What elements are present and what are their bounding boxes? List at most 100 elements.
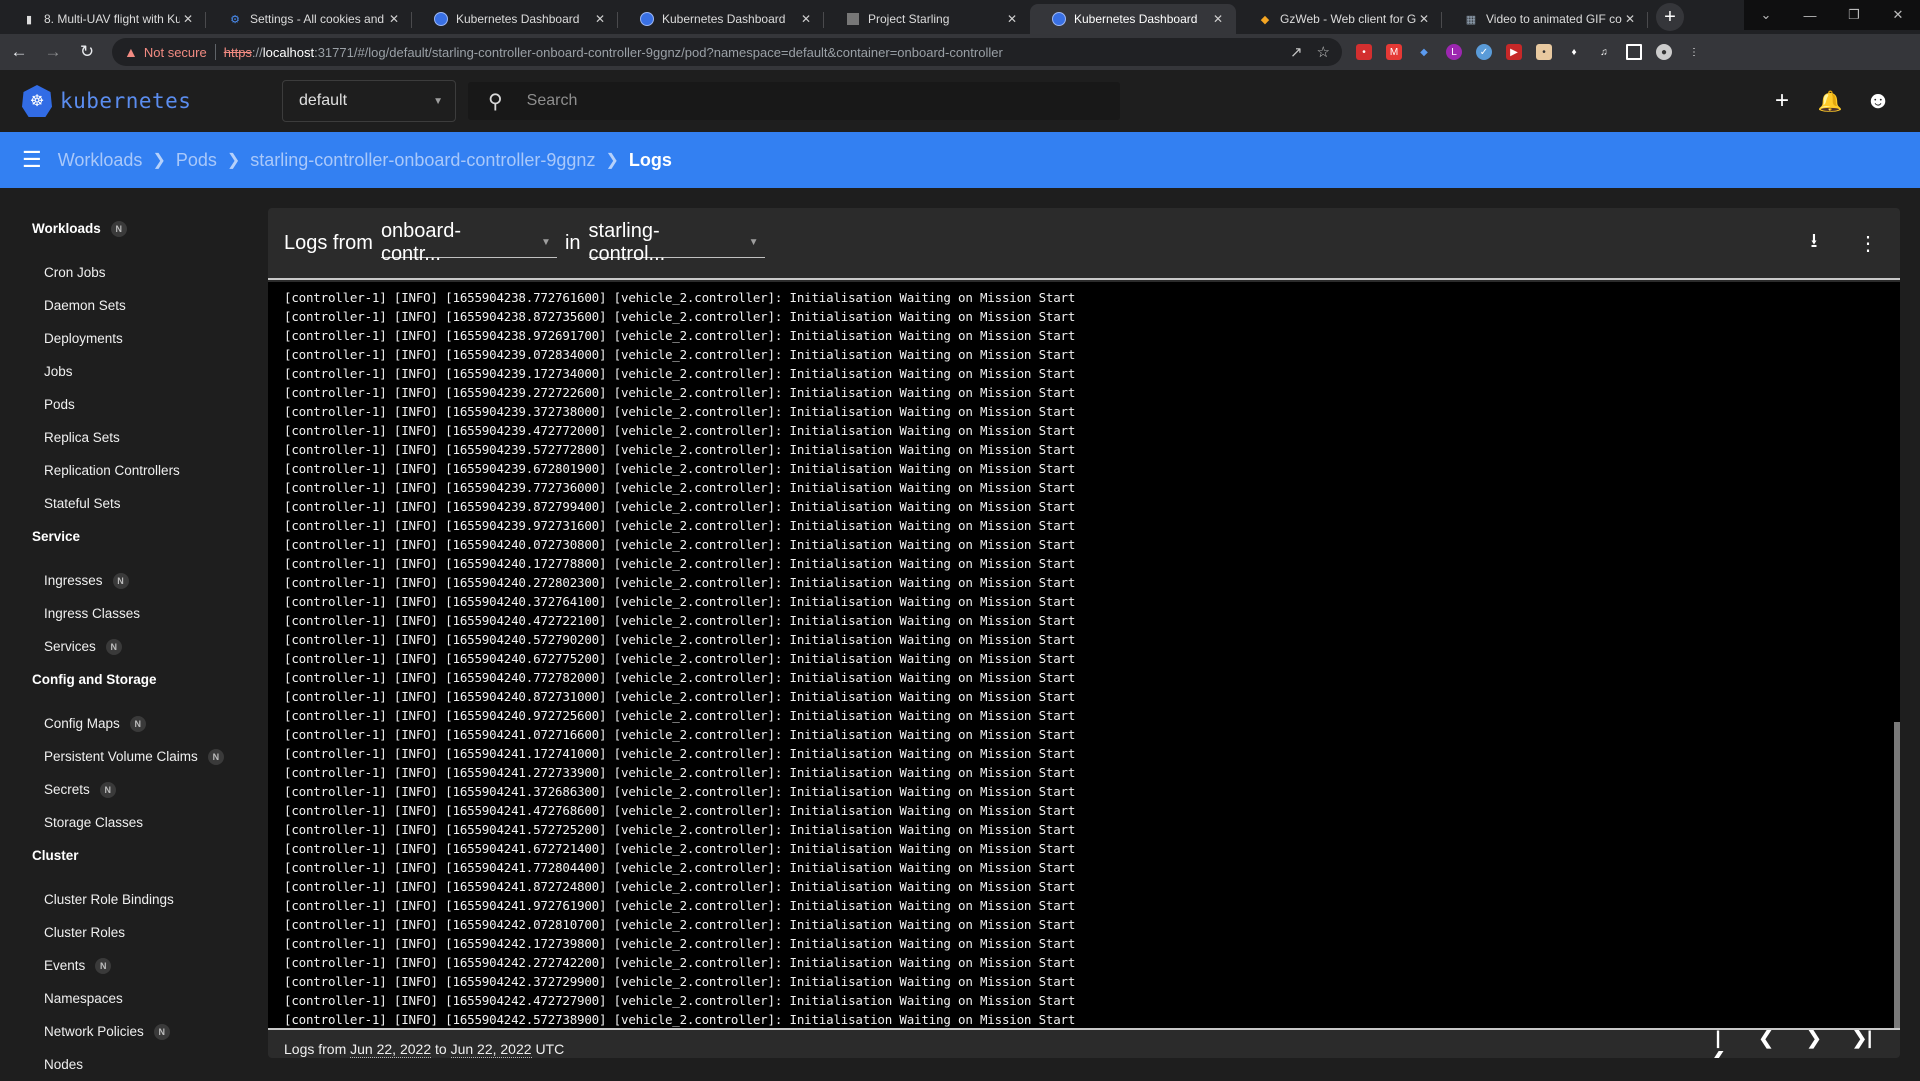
notifications-bell-icon[interactable]: 🔔: [1818, 89, 1843, 113]
menu-hamburger-icon[interactable]: ☰: [22, 147, 42, 173]
new-tab-button[interactable]: +: [1656, 3, 1684, 31]
extension-icon[interactable]: ◆: [1416, 44, 1432, 60]
address-bar[interactable]: ▲ Not secure https://localhost:31771/#/l…: [112, 38, 1342, 66]
more-vert-icon[interactable]: ⋮: [1856, 231, 1880, 256]
url-path: :31771/#/log/default/starling-controller…: [314, 44, 1003, 60]
share-icon[interactable]: ↗: [1290, 43, 1303, 61]
close-tab-icon[interactable]: ✕: [1622, 12, 1638, 26]
minimize-icon[interactable]: —: [1788, 0, 1832, 30]
sidebar-item[interactable]: Persistent Volume Claims N: [0, 740, 266, 773]
log-message: Initialisation Waiting on Mission Start: [789, 993, 1076, 1008]
pod-select[interactable]: starling-control... ▼: [588, 220, 765, 265]
log-source: [vehicle_2.controller]:: [613, 480, 790, 495]
sidebar-item[interactable]: Daemon Sets: [0, 289, 266, 322]
kubernetes-logo[interactable]: ☸ kubernetes: [22, 85, 262, 117]
media-icon[interactable]: ♫: [1596, 44, 1612, 60]
close-tab-icon[interactable]: ✕: [180, 12, 196, 26]
breadcrumb-pod[interactable]: starling-controller-onboard-controller-9…: [250, 150, 595, 171]
sidebar-item[interactable]: Secrets N: [0, 773, 266, 806]
log-scrollbar[interactable]: [1894, 282, 1900, 1028]
forward-icon[interactable]: →: [38, 37, 68, 67]
close-window-icon[interactable]: ✕: [1876, 0, 1920, 30]
log-timestamp: 1655904240.672775200: [452, 651, 600, 666]
sidebar-item[interactable]: Config Maps N: [0, 707, 266, 740]
previous-page-icon[interactable]: ❮: [1756, 1028, 1776, 1058]
log-message: Initialisation Waiting on Mission Start: [789, 936, 1076, 951]
next-page-icon[interactable]: ❯: [1804, 1028, 1824, 1058]
close-tab-icon[interactable]: ✕: [798, 12, 814, 26]
sidebar-item[interactable]: Namespaces: [0, 982, 266, 1015]
sidebar-item[interactable]: Ingresses N: [0, 564, 266, 597]
extension-icon[interactable]: ✓: [1476, 44, 1492, 60]
side-panel-icon[interactable]: [1626, 44, 1642, 60]
sidebar-group-header[interactable]: Workloads N: [0, 218, 266, 256]
download-icon[interactable]: ⭳: [1802, 226, 1826, 260]
extension-icon[interactable]: L: [1446, 44, 1462, 60]
sidebar-item-label: Ingresses: [44, 573, 103, 588]
log-prefix: [controller-1] [INFO]: [284, 347, 446, 362]
browser-tab[interactable]: Kubernetes Dashboard ✕: [1030, 4, 1236, 34]
container-select[interactable]: onboard-contr... ▼: [380, 220, 557, 265]
bookmark-star-icon[interactable]: ☆: [1317, 43, 1330, 61]
puzzle-icon[interactable]: ♦: [1566, 44, 1582, 60]
sidebar-item-label: Events: [44, 958, 86, 973]
log-line: [controller-1] [INFO] [1655904240.172778…: [284, 556, 1076, 571]
log-message: Initialisation Waiting on Mission Start: [789, 784, 1076, 799]
sidebar-group-header[interactable]: Cluster: [0, 845, 266, 883]
sidebar-item[interactable]: Cluster Role Bindings: [0, 883, 266, 916]
browser-tab[interactable]: ▦ Video to animated GIF con ✕: [1442, 4, 1648, 34]
browser-tab[interactable]: Kubernetes Dashboard ✕: [618, 4, 824, 34]
browser-menu-icon[interactable]: ⋮: [1686, 44, 1702, 60]
extension-icon[interactable]: ▶: [1506, 44, 1522, 60]
search-input[interactable]: [526, 92, 1087, 110]
breadcrumb-workloads[interactable]: Workloads: [58, 150, 143, 171]
sidebar-item[interactable]: Pods: [0, 388, 266, 421]
sidebar-item[interactable]: Nodes: [0, 1048, 266, 1081]
sidebar-item[interactable]: Deployments: [0, 322, 266, 355]
close-tab-icon[interactable]: ✕: [592, 12, 608, 26]
extension-icon[interactable]: •: [1536, 44, 1552, 60]
sidebar-group-header[interactable]: Service: [0, 526, 266, 564]
sidebar-item[interactable]: Cron Jobs: [0, 256, 266, 289]
browser-tab[interactable]: ◆ GzWeb - Web client for Ga ✕: [1236, 4, 1442, 34]
sidebar-item[interactable]: Replication Controllers: [0, 454, 266, 487]
profile-avatar[interactable]: ●: [1656, 44, 1672, 60]
sidebar-item[interactable]: Services N: [0, 630, 266, 663]
log-source: [vehicle_2.controller]:: [613, 651, 790, 666]
create-plus-icon[interactable]: +: [1770, 87, 1794, 114]
security-indicator[interactable]: ▲ Not secure: [124, 44, 207, 60]
extension-icon[interactable]: M: [1386, 44, 1402, 60]
log-prefix: [controller-1] [INFO]: [284, 993, 446, 1008]
browser-tab[interactable]: ▮ 8. Multi-UAV flight with Ku ✕: [0, 4, 206, 34]
back-icon[interactable]: ←: [4, 37, 34, 67]
browser-tab[interactable]: Kubernetes Dashboard ✕: [412, 4, 618, 34]
close-tab-icon[interactable]: ✕: [386, 12, 402, 26]
sidebar-item[interactable]: Events N: [0, 949, 266, 982]
log-scrollbar-thumb[interactable]: [1894, 722, 1900, 1028]
close-tab-icon[interactable]: ✕: [1416, 12, 1432, 26]
extension-icon[interactable]: •: [1356, 44, 1372, 60]
sidebar-item[interactable]: Storage Classes: [0, 806, 266, 839]
close-tab-icon[interactable]: ✕: [1004, 12, 1020, 26]
restore-icon[interactable]: ❐: [1832, 0, 1876, 30]
sidebar-item[interactable]: Ingress Classes: [0, 597, 266, 630]
reload-icon[interactable]: ↻: [72, 37, 102, 67]
first-page-icon[interactable]: |❮: [1708, 1028, 1728, 1058]
tab-search-icon[interactable]: ⌄: [1744, 0, 1788, 30]
account-icon[interactable]: ☻: [1865, 87, 1890, 114]
log-prefix: [controller-1] [INFO]: [284, 290, 446, 305]
log-source: [vehicle_2.controller]:: [613, 442, 790, 457]
sidebar-item[interactable]: Network Policies N: [0, 1015, 266, 1048]
sidebar-item[interactable]: Cluster Roles: [0, 916, 266, 949]
namespace-select[interactable]: default ▼: [282, 80, 456, 122]
sidebar-group-header[interactable]: Config and Storage: [0, 669, 266, 707]
last-page-icon[interactable]: ❯|: [1852, 1028, 1872, 1058]
close-tab-icon[interactable]: ✕: [1210, 12, 1226, 26]
browser-tab[interactable]: ⚙ Settings - All cookies and s ✕: [206, 4, 412, 34]
sidebar-item[interactable]: Jobs: [0, 355, 266, 388]
sidebar-item[interactable]: Stateful Sets: [0, 487, 266, 520]
browser-tab[interactable]: Project Starling ✕: [824, 4, 1030, 34]
sidebar-item[interactable]: Replica Sets: [0, 421, 266, 454]
namespaced-badge: N: [129, 715, 146, 732]
breadcrumb-pods[interactable]: Pods: [176, 150, 217, 171]
